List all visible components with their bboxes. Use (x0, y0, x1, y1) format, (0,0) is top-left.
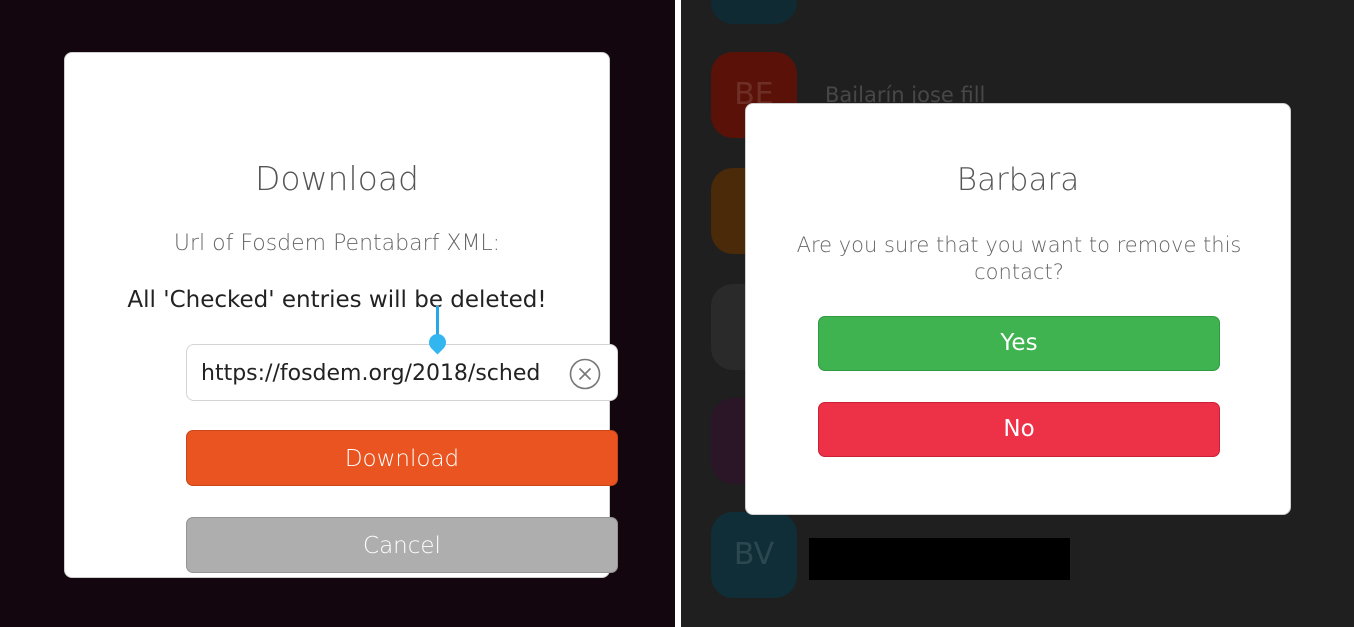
confirm-message: Are you sure that you want to remove thi… (796, 233, 1242, 284)
yes-button[interactable]: Yes (818, 316, 1220, 371)
dialog-title: Barbara (956, 162, 1080, 198)
contact-avatar[interactable]: BV (711, 512, 797, 598)
left-screen: Download Url of Fosdem Pentabarf XML: Al… (0, 0, 675, 627)
dialog-title: Download (254, 159, 420, 198)
contact-avatar[interactable] (711, 0, 797, 24)
url-input[interactable]: https://fosdem.org/2018/sched (186, 344, 618, 401)
redacted-name (809, 538, 1070, 580)
download-dialog: Download Url of Fosdem Pentabarf XML: Al… (64, 52, 618, 578)
no-button[interactable]: No (818, 402, 1220, 457)
clear-icon[interactable] (569, 358, 601, 390)
url-input-value[interactable]: https://fosdem.org/2018/sched (201, 345, 557, 402)
text-cursor (436, 306, 439, 336)
remove-contact-dialog: Barbara Are you sure that you want to re… (745, 103, 1291, 515)
download-button[interactable]: Download (186, 430, 618, 486)
delete-warning: All 'Checked' entries will be deleted! (127, 287, 547, 313)
dialog-subtitle: Url of Fosdem Pentabarf XML: (173, 231, 501, 256)
cancel-button[interactable]: Cancel (186, 517, 618, 573)
